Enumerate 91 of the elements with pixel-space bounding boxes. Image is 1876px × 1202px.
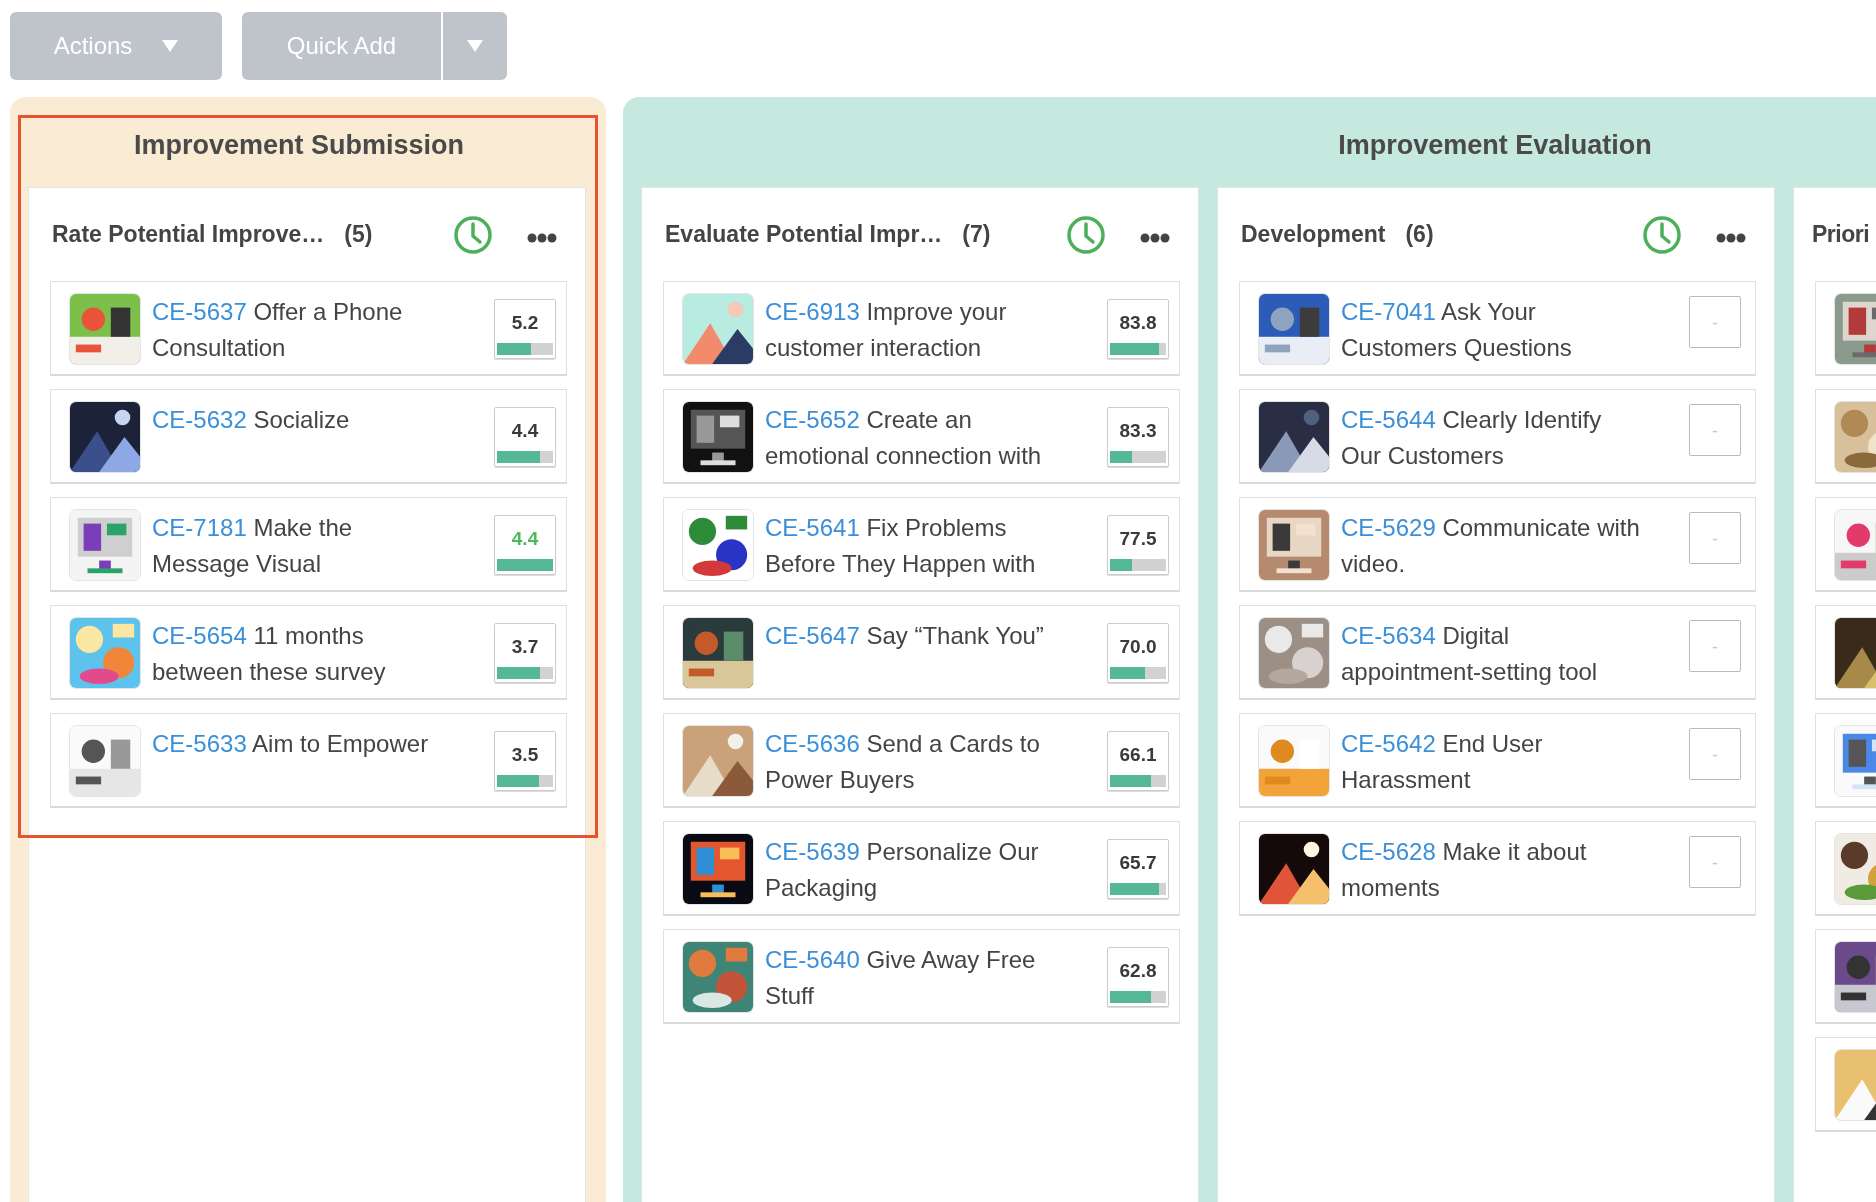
card-title: CE-5629 Communicate with video. — [1341, 513, 1641, 579]
idea-card[interactable]: CE-7041 Ask Your Customers Questions - — [1239, 281, 1756, 376]
score-value: 3.5 — [511, 744, 539, 766]
card-id-link[interactable]: CE-5652 — [765, 406, 860, 433]
idea-card[interactable]: CE-5641 Fix Problems Before They Happen with 77.5 — [663, 497, 1180, 592]
card-title: CE-5644 Clearly Identify Our Customers — [1341, 405, 1603, 471]
idea-card[interactable]: CE-5644 Clearly Identify Our Customers - — [1239, 389, 1756, 484]
card-id-link[interactable]: CE-5636 — [765, 730, 860, 757]
clock-icon[interactable] — [1066, 214, 1106, 255]
actions-button[interactable]: Actions — [10, 12, 222, 80]
score-value: 83.8 — [1119, 312, 1157, 334]
idea-card[interactable]: CE-5654 11 months between these survey 3.7 — [50, 605, 567, 700]
caret-icon — [467, 40, 483, 52]
card-title: CE-5639 Personalize Our Packaging — [765, 837, 1040, 903]
card-id-link[interactable]: CE-5637 — [152, 298, 247, 325]
stage-title: Improvement Evaluation — [1337, 129, 1653, 162]
card-id-link[interactable]: CE-7041 — [1341, 298, 1436, 325]
card-id-link[interactable]: CE-5644 — [1341, 406, 1436, 433]
score-value: 4.4 — [511, 420, 539, 442]
card-id-link[interactable]: CE-5647 — [765, 622, 860, 649]
card-title: CE-5632 Socialize — [152, 405, 351, 435]
score-value: - — [1712, 421, 1718, 442]
idea-card[interactable]: CE-5628 Make it about moments - — [1239, 821, 1756, 916]
column-title: Evaluate Potential Impr… — [665, 221, 943, 248]
score-value: - — [1712, 313, 1718, 334]
card-title: CE-5636 Send a Cards to Power Buyers — [765, 729, 1041, 795]
card-title: CE-5637 Offer a Phone Consultation — [152, 297, 404, 363]
card-title: CE-5628 Make it about moments — [1341, 837, 1588, 903]
score-value: - — [1712, 529, 1718, 550]
card-title: CE-5647 Say “Thank You” — [765, 621, 1045, 651]
idea-card[interactable]: CE-5634 Digital appointment-setting tool - — [1239, 605, 1756, 700]
clock-icon[interactable] — [453, 214, 493, 255]
card-id-link[interactable]: CE-5632 — [152, 406, 247, 433]
score-value: - — [1712, 637, 1718, 658]
idea-card[interactable]: CE-5629 Communicate with video. - — [1239, 497, 1756, 592]
caret-icon — [162, 40, 179, 52]
column-title: Rate Potential Improve… — [52, 221, 325, 248]
idea-card[interactable]: CE-7181 Make the Message Visual 4.4 — [50, 497, 567, 592]
card-title: CE-5633 Aim to Empower — [152, 729, 430, 759]
item-count: (5) — [344, 221, 373, 248]
card-id-link[interactable]: CE-5641 — [765, 514, 860, 541]
card-title: CE-5634 Digital appointment-setting tool — [1341, 621, 1599, 687]
idea-card[interactable]: CE-5647 Say “Thank You” 70.0 — [663, 605, 1180, 700]
item-count: (6) — [1405, 221, 1434, 248]
card-id-link[interactable]: CE-5654 — [152, 622, 247, 649]
card-title: CE-5652 Create an emotional connection with — [765, 405, 1043, 471]
more-icon[interactable] — [1716, 232, 1746, 243]
score-value: 5.2 — [511, 312, 539, 334]
score-value: 70.0 — [1119, 636, 1157, 658]
idea-card[interactable]: CE-5632 Socialize 4.4 — [50, 389, 567, 484]
card-title: CE-5641 Fix Problems Before They Happen with — [765, 513, 1037, 579]
item-count: (7) — [962, 221, 991, 248]
stage-title: Improvement Submission — [132, 129, 466, 162]
score-value: 66.1 — [1119, 744, 1157, 766]
card-id-link[interactable]: CE-5629 — [1341, 514, 1436, 541]
idea-card[interactable]: CE-5640 Give Away Free Stuff 62.8 — [663, 929, 1180, 1024]
score-value: 4.4 — [511, 528, 539, 550]
card-id-link[interactable]: CE-5642 — [1341, 730, 1436, 757]
card-title: CE-7041 Ask Your Customers Questions — [1341, 297, 1573, 363]
card-title: CE-5642 End User Harassment — [1341, 729, 1544, 795]
idea-card[interactable]: CE-6913 Improve your customer interaction 83.8 — [663, 281, 1180, 376]
card-id-link[interactable]: CE-5634 — [1341, 622, 1436, 649]
idea-card[interactable]: CE-5652 Create an emotional connection with 83.3 — [663, 389, 1180, 484]
score-value: - — [1712, 853, 1718, 874]
more-icon[interactable] — [527, 232, 557, 243]
column-title: Development — [1241, 221, 1386, 248]
idea-card[interactable]: CE-5642 End User Harassment - — [1239, 713, 1756, 808]
card-id-link[interactable]: CE-5633 — [152, 730, 247, 757]
score-value: 65.7 — [1119, 852, 1157, 874]
score-value: 62.8 — [1119, 960, 1157, 982]
card-id-link[interactable]: CE-7181 — [152, 514, 247, 541]
card-id-link[interactable]: CE-5628 — [1341, 838, 1436, 865]
score-value: 83.3 — [1119, 420, 1157, 442]
more-icon[interactable] — [1140, 232, 1170, 243]
column-title: Priori — [1812, 221, 1870, 248]
card-id-link[interactable]: CE-5640 — [765, 946, 860, 973]
card-title: CE-5640 Give Away Free Stuff — [765, 945, 1037, 1011]
card-title: CE-7181 Make the Message Visual — [152, 513, 354, 579]
card-id-link[interactable]: CE-6913 — [765, 298, 860, 325]
clock-icon[interactable] — [1642, 214, 1682, 255]
card-id-link[interactable]: CE-5639 — [765, 838, 860, 865]
idea-card[interactable]: CE-5637 Offer a Phone Consultation 5.2 — [50, 281, 567, 376]
idea-card[interactable]: CE-5633 Aim to Empower 3.5 — [50, 713, 567, 808]
score-value: - — [1712, 745, 1718, 766]
score-value: 77.5 — [1119, 528, 1157, 550]
card-title: CE-6913 Improve your customer interaction — [765, 297, 1008, 363]
card-title: CE-5654 11 months between these survey — [152, 621, 387, 687]
idea-card[interactable]: CE-5639 Personalize Our Packaging 65.7 — [663, 821, 1180, 916]
quick-add-button[interactable]: Quick Add — [242, 12, 441, 80]
idea-card[interactable]: CE-5636 Send a Cards to Power Buyers 66.1 — [663, 713, 1180, 808]
score-value: 3.7 — [511, 636, 539, 658]
